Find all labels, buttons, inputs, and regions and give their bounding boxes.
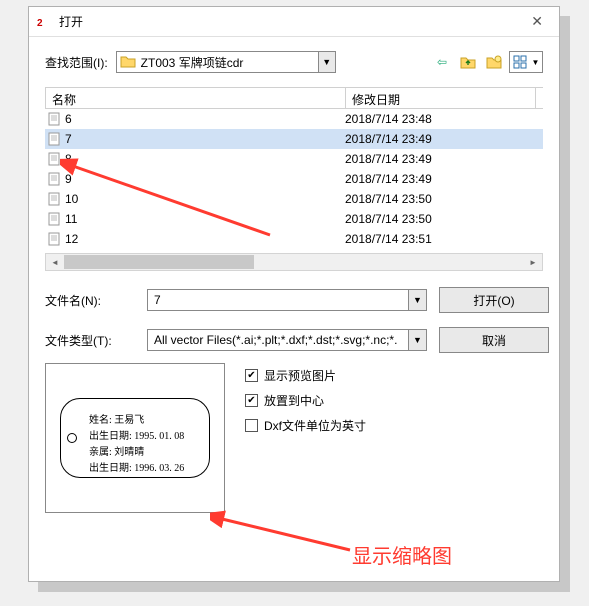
svg-text:2: 2 — [37, 18, 43, 29]
new-folder-icon — [486, 55, 502, 69]
checkbox-preview-label: 显示预览图片 — [264, 367, 336, 384]
horizontal-scrollbar[interactable]: ◄ ► — [45, 253, 543, 271]
nav-buttons: ⇦ ▼ — [431, 51, 543, 73]
checkbox-center[interactable]: ✔ 放置到中心 — [245, 392, 366, 409]
file-icon — [47, 172, 61, 186]
file-name: 7 — [65, 132, 72, 146]
file-date: 2018/7/14 23:51 — [345, 232, 535, 246]
file-icon — [47, 152, 61, 166]
preview-line-3: 亲属: 刘晴晴 — [89, 443, 144, 458]
new-folder-button[interactable] — [483, 51, 505, 73]
filetype-dropdown-icon[interactable]: ▼ — [408, 330, 426, 350]
column-header-name[interactable]: 名称 — [46, 88, 346, 108]
file-name: 12 — [65, 232, 78, 246]
look-in-input[interactable] — [116, 51, 336, 73]
scroll-right-icon[interactable]: ► — [524, 254, 542, 270]
filetype-input[interactable] — [147, 329, 427, 351]
file-row[interactable]: 11 2018/7/14 23:50 — [45, 209, 543, 229]
file-date: 2018/7/14 23:50 — [345, 212, 535, 226]
title-bar: 2 打开 ✕ — [29, 7, 559, 37]
file-date: 2018/7/14 23:48 — [345, 112, 535, 126]
open-button[interactable]: 打开(O) — [439, 287, 549, 313]
file-fields: 文件名(N): ▼ 打开(O) 文件类型(T): ▼ 取消 — [45, 287, 543, 353]
back-button[interactable]: ⇦ — [431, 51, 453, 73]
filetype-label: 文件类型(T): — [45, 332, 135, 349]
preview-line-1: 姓名: 王易飞 — [89, 411, 144, 426]
file-icon — [47, 212, 61, 226]
close-icon[interactable]: ✕ — [523, 9, 551, 34]
app-icon: 2 — [37, 14, 53, 30]
look-in-row: 查找范围(I): ▼ ⇦ — [45, 51, 543, 73]
file-icon — [47, 112, 61, 126]
file-row[interactable]: 7 2018/7/14 23:49 — [45, 129, 543, 149]
scroll-thumb[interactable] — [64, 255, 254, 269]
view-menu-icon — [513, 55, 529, 69]
filename-label: 文件名(N): — [45, 292, 135, 309]
filename-input[interactable] — [147, 289, 427, 311]
column-header-date[interactable]: 修改日期 — [346, 88, 536, 108]
back-icon: ⇦ — [437, 55, 447, 69]
file-name: 11 — [65, 212, 77, 226]
tag-hole-icon — [67, 433, 77, 443]
up-folder-icon — [460, 55, 476, 69]
file-name: 10 — [65, 192, 78, 206]
file-date: 2018/7/14 23:49 — [345, 172, 535, 186]
file-icon — [47, 132, 61, 146]
file-name: 6 — [65, 112, 72, 126]
bottom-panel: 姓名: 王易飞 出生日期: 1995. 01. 08 亲属: 刘晴晴 出生日期:… — [45, 363, 543, 513]
filename-field-wrap: ▼ — [147, 289, 427, 311]
file-name: 8 — [65, 152, 72, 166]
folder-icon — [120, 54, 136, 68]
file-rows: 6 2018/7/14 23:48 7 2018/7/14 23:49 8 2018/7/… — [45, 109, 543, 249]
file-name: 9 — [65, 172, 72, 186]
checkbox-dxf-inch-label: Dxf文件单位为英寸 — [264, 417, 366, 434]
filename-dropdown-icon[interactable]: ▼ — [408, 290, 426, 310]
file-icon — [47, 232, 61, 246]
view-menu-button[interactable]: ▼ — [509, 51, 543, 73]
preview-thumbnail: 姓名: 王易飞 出生日期: 1995. 01. 08 亲属: 刘晴晴 出生日期:… — [60, 398, 210, 478]
preview-pane: 姓名: 王易飞 出生日期: 1995. 01. 08 亲属: 刘晴晴 出生日期:… — [45, 363, 225, 513]
file-list: 名称 修改日期 6 2018/7/14 23:48 7 2018/7/14 23:49… — [45, 87, 543, 271]
open-file-dialog: 2 打开 ✕ 查找范围(I): ▼ ⇦ — [28, 6, 560, 582]
dialog-title: 打开 — [59, 13, 83, 30]
file-date: 2018/7/14 23:50 — [345, 192, 535, 206]
file-icon — [47, 192, 61, 206]
preview-line-2: 出生日期: 1995. 01. 08 — [89, 427, 184, 442]
dropdown-icon[interactable]: ▼ — [318, 51, 336, 73]
preview-line-4: 出生日期: 1996. 03. 26 — [89, 459, 184, 474]
filetype-field-wrap: ▼ — [147, 329, 427, 351]
annotation-text: 显示缩略图 — [352, 540, 452, 569]
up-folder-button[interactable] — [457, 51, 479, 73]
column-headers: 名称 修改日期 — [45, 87, 543, 109]
file-row[interactable]: 10 2018/7/14 23:50 — [45, 189, 543, 209]
checkbox-center-label: 放置到中心 — [264, 392, 324, 409]
checkbox-dxf-inch[interactable]: ✔ Dxf文件单位为英寸 — [245, 417, 366, 434]
file-row[interactable]: 8 2018/7/14 23:49 — [45, 149, 543, 169]
options-group: ✔ 显示预览图片 ✔ 放置到中心 ✔ Dxf文件单位为英寸 — [245, 363, 366, 513]
file-row[interactable]: 6 2018/7/14 23:48 — [45, 109, 543, 129]
file-date: 2018/7/14 23:49 — [345, 152, 535, 166]
file-row[interactable]: 12 2018/7/14 23:51 — [45, 229, 543, 249]
look-in-label: 查找范围(I): — [45, 54, 108, 71]
look-in-combo[interactable]: ▼ — [116, 51, 336, 73]
file-date: 2018/7/14 23:49 — [345, 132, 535, 146]
checkbox-preview[interactable]: ✔ 显示预览图片 — [245, 367, 366, 384]
cancel-button[interactable]: 取消 — [439, 327, 549, 353]
checkbox-icon: ✔ — [245, 369, 258, 382]
checkbox-icon: ✔ — [245, 419, 258, 432]
file-row[interactable]: 9 2018/7/14 23:49 — [45, 169, 543, 189]
scroll-left-icon[interactable]: ◄ — [46, 254, 64, 270]
checkbox-icon: ✔ — [245, 394, 258, 407]
